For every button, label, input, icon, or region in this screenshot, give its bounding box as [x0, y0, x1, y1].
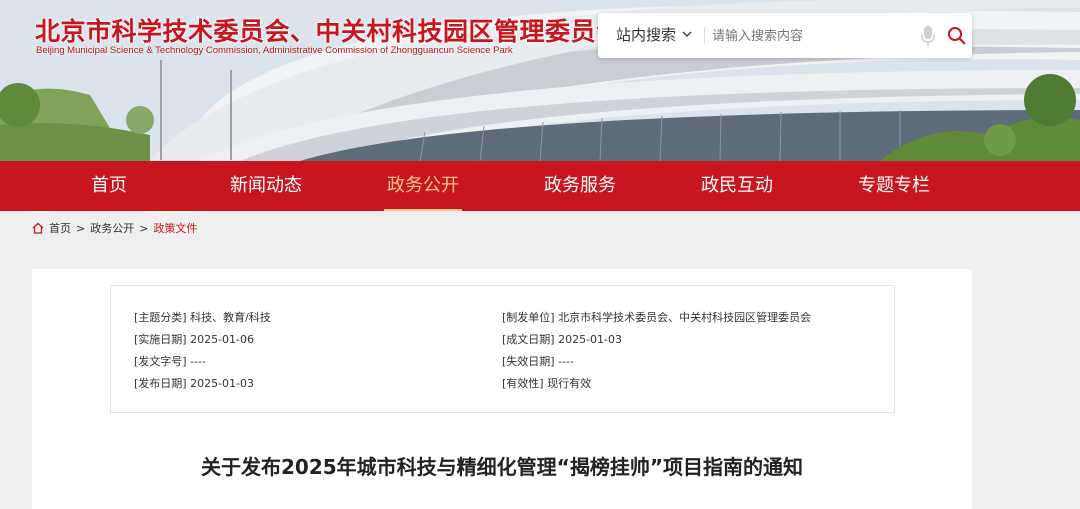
- meta-label: [制发单位]: [502, 311, 555, 324]
- meta-value: 北京市科学技术委员会、中关村科技园区管理委员会: [558, 311, 812, 324]
- meta-label: [有效性]: [502, 377, 544, 390]
- nav-active-indicator: [384, 209, 462, 211]
- breadcrumb-home[interactable]: 首页: [49, 220, 71, 236]
- meta-document-number: [发文字号] ----: [134, 353, 206, 369]
- site-subtitle: Beijing Municipal Science & Technology C…: [36, 45, 513, 56]
- nav-item-interaction[interactable]: 政民互动: [672, 161, 802, 211]
- meta-label: [发布日期]: [134, 377, 187, 390]
- meta-label: [失效日期]: [502, 355, 555, 368]
- breadcrumb-government-affairs[interactable]: 政务公开: [90, 220, 134, 236]
- meta-value: 2025-01-06: [190, 333, 255, 346]
- meta-topic: [主题分类] 科技、教育/科技: [134, 309, 271, 325]
- nav-item-home[interactable]: 首页: [44, 161, 174, 211]
- search-divider: [704, 27, 705, 44]
- meta-written-date: [成文日期] 2025-01-03: [502, 331, 622, 347]
- meta-label: [主题分类]: [134, 311, 187, 324]
- meta-value: 2025-01-03: [558, 333, 623, 346]
- meta-effective-date: [实施日期] 2025-01-06: [134, 331, 254, 347]
- breadcrumb-separator: >: [139, 221, 149, 235]
- meta-value: 科技、教育/科技: [190, 311, 271, 324]
- search-scope-dropdown[interactable]: 站内搜索: [616, 13, 692, 58]
- breadcrumb-separator: >: [76, 221, 86, 235]
- nav-item-government-affairs[interactable]: 政务公开: [358, 161, 488, 211]
- nav-item-news[interactable]: 新闻动态: [201, 161, 331, 211]
- meta-issuing-unit: [制发单位] 北京市科学技术委员会、中关村科技园区管理委员会: [502, 309, 811, 325]
- meta-publish-date: [发布日期] 2025-01-03: [134, 375, 254, 391]
- chevron-down-icon: [682, 13, 692, 58]
- meta-label: [成文日期]: [502, 333, 555, 346]
- meta-label: [发文字号]: [134, 355, 187, 368]
- content-panel: [主题分类] 科技、教育/科技 [实施日期] 2025-01-06 [发文字号]…: [32, 269, 972, 509]
- meta-label: [实施日期]: [134, 333, 187, 346]
- breadcrumb: 首页 > 政务公开 > 政策文件: [32, 219, 197, 237]
- search-icon[interactable]: [947, 26, 967, 50]
- home-icon[interactable]: [32, 222, 44, 234]
- search-box: 站内搜索: [598, 13, 972, 58]
- meta-value: 2025-01-03: [190, 377, 255, 390]
- meta-validity: [有效性] 现行有效: [502, 375, 591, 391]
- meta-value: ----: [558, 355, 574, 368]
- microphone-icon[interactable]: [921, 25, 935, 51]
- site-title[interactable]: 北京市科学技术委员会、中关村科技园区管理委员会: [35, 12, 622, 48]
- breadcrumb-policy-documents[interactable]: 政策文件: [153, 220, 197, 236]
- nav-item-services[interactable]: 政务服务: [515, 161, 645, 211]
- document-title: 关于发布2025年城市科技与精细化管理“揭榜挂帅”项目指南的通知: [201, 455, 803, 479]
- nav-item-topics[interactable]: 专题专栏: [829, 161, 959, 211]
- main-nav: 首页 新闻动态 政务公开 政务服务 政民互动 专题专栏: [0, 161, 1080, 211]
- meta-value: 现行有效: [547, 377, 592, 390]
- header-banner: 北京市科学技术委员会、中关村科技园区管理委员会 Beijing Municipa…: [0, 0, 1080, 161]
- document-metadata-table: [主题分类] 科技、教育/科技 [实施日期] 2025-01-06 [发文字号]…: [110, 285, 895, 413]
- meta-value: ----: [190, 355, 206, 368]
- meta-expiry-date: [失效日期] ----: [502, 353, 574, 369]
- search-scope-label: 站内搜索: [616, 26, 677, 44]
- search-input[interactable]: [710, 22, 914, 51]
